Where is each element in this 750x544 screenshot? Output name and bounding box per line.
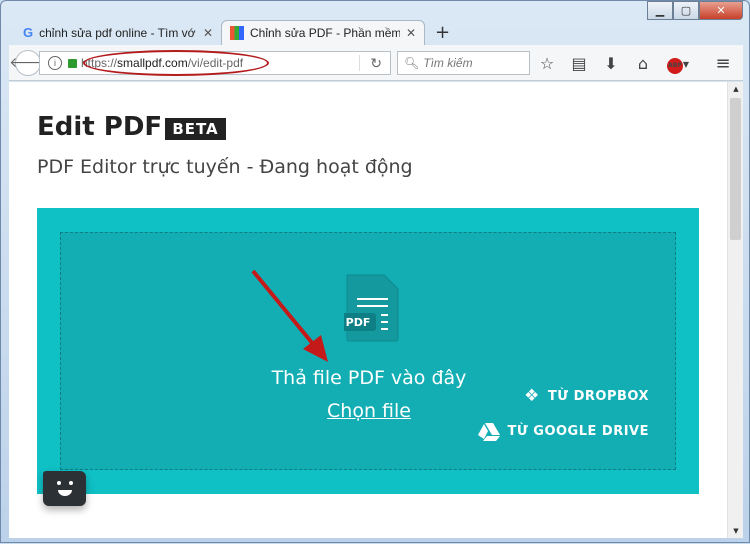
chat-widget-button[interactable] xyxy=(43,471,86,506)
dropbox-button[interactable]: ❖ TỪ DROPBOX xyxy=(524,386,649,406)
page-subtitle: PDF Editor trực tuyến - Đang hoạt động xyxy=(37,156,413,178)
lock-icon xyxy=(68,58,77,68)
reading-list-icon[interactable]: ▤ xyxy=(563,54,595,73)
scrollbar-thumb[interactable] xyxy=(730,98,741,240)
home-icon[interactable]: ⌂ xyxy=(627,54,659,73)
info-icon[interactable]: i xyxy=(48,56,62,70)
scroll-up-icon[interactable]: ▲ xyxy=(728,85,743,93)
search-icon: 🔍︎ xyxy=(404,56,420,70)
smallpdf-icon xyxy=(230,26,244,40)
smiley-icon xyxy=(57,481,73,496)
window-controls: ▁ ▢ ✕ xyxy=(647,1,743,20)
close-window-button[interactable]: ✕ xyxy=(699,1,743,20)
toolbar-icons: ☆ ▤ ⬇ ⌂ ABP▼ ≡ xyxy=(531,51,739,75)
download-icon[interactable]: ⬇ xyxy=(595,54,627,73)
page-title: Edit PDF xyxy=(37,112,163,142)
tab-smallpdf[interactable]: Chỉnh sửa PDF - Phần mềm c ✕ xyxy=(221,20,425,45)
tab-google-search[interactable]: G chỉnh sửa pdf online - Tìm vớ ✕ xyxy=(15,20,221,45)
star-icon[interactable]: ☆ xyxy=(531,54,563,73)
dropbox-icon: ❖ xyxy=(524,386,540,406)
tab-title: Chỉnh sửa PDF - Phần mềm c xyxy=(250,26,400,40)
tab-bar: G chỉnh sửa pdf online - Tìm vớ ✕ Chỉnh … xyxy=(15,19,450,45)
choose-file-link[interactable]: Chọn file xyxy=(327,400,411,422)
minimize-button[interactable]: ▁ xyxy=(647,1,673,20)
google-icon: G xyxy=(23,25,34,40)
browser-window: ▁ ▢ ✕ G chỉnh sửa pdf online - Tìm vớ ✕ … xyxy=(0,0,750,543)
menu-icon[interactable]: ≡ xyxy=(707,53,739,74)
page-content: Edit PDF BETA PDF Editor trực tuyến - Đa… xyxy=(9,82,743,538)
pdf-file-icon: PDF xyxy=(344,274,399,342)
drop-zone[interactable]: PDF Thả file PDF vào đây Chọn file ❖ TỪ … xyxy=(37,208,699,494)
close-tab-icon[interactable]: ✕ xyxy=(203,26,213,40)
scroll-down-icon[interactable]: ▼ xyxy=(728,527,743,535)
beta-badge: BETA xyxy=(165,118,226,140)
search-input[interactable]: 🔍︎ Tìm kiếm xyxy=(397,51,530,75)
vertical-scrollbar[interactable]: ▲ ▼ xyxy=(727,82,743,538)
back-button[interactable]: 🡐 xyxy=(9,49,47,76)
google-drive-icon xyxy=(477,423,500,441)
drop-zone-inner[interactable]: PDF Thả file PDF vào đây Chọn file ❖ TỪ … xyxy=(60,232,676,470)
adblock-icon[interactable]: ABP▼ xyxy=(659,52,697,74)
reload-icon[interactable]: ↻ xyxy=(370,55,382,72)
new-tab-button[interactable]: + xyxy=(435,21,450,45)
google-drive-button[interactable]: TỪ GOOGLE DRIVE xyxy=(477,422,649,441)
maximize-button[interactable]: ▢ xyxy=(673,1,699,20)
url-annotation-oval xyxy=(83,50,269,76)
close-tab-icon[interactable]: ✕ xyxy=(406,26,416,40)
svg-text:PDF: PDF xyxy=(346,316,371,329)
tab-title: chỉnh sửa pdf online - Tìm vớ xyxy=(39,25,196,40)
